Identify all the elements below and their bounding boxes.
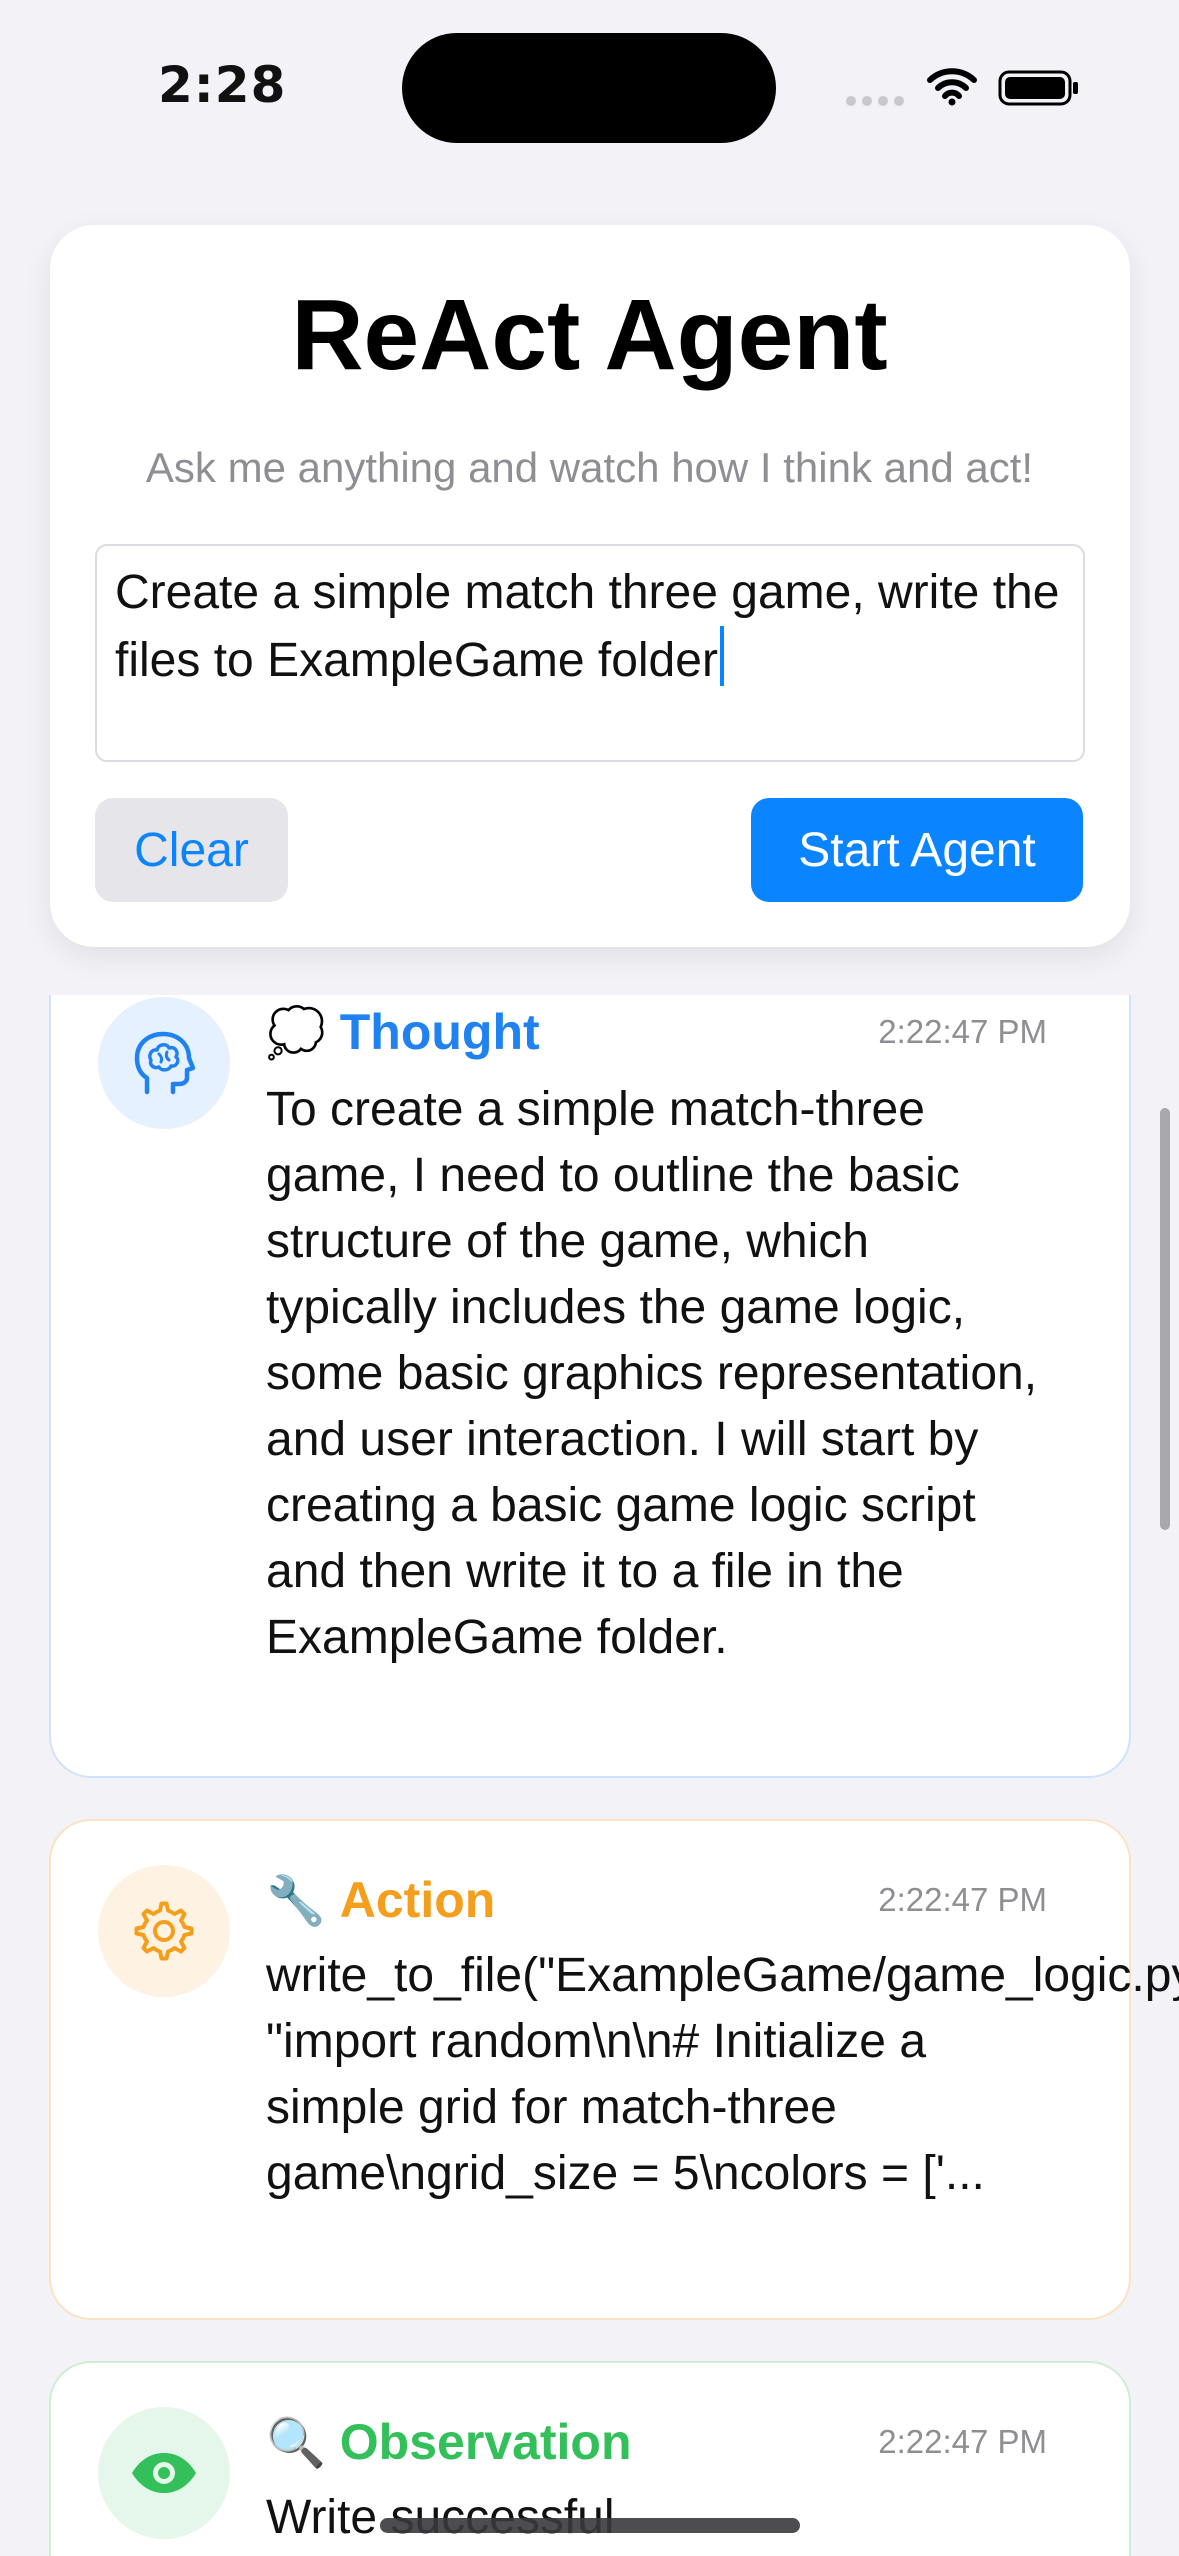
start-agent-button[interactable]: Start Agent <box>751 798 1083 902</box>
thought-text: To create a simple match-three game, I n… <box>266 1083 1038 1664</box>
magnifier-icon: 🔍 <box>266 2414 326 2471</box>
steps-list[interactable]: 💭 Thought 2:22:47 PM To create a simple … <box>0 995 1179 2556</box>
action-card: 🔧 Action 2:22:47 PM write_to_file("Examp… <box>49 1819 1179 2320</box>
prompt-input[interactable]: Create a simple match three game, write … <box>95 544 1085 762</box>
wrench-icon: 🔧 <box>266 1872 326 1929</box>
observation-header: 🔍 Observation 2:22:47 PM <box>266 2407 1047 2477</box>
action-timestamp: 2:22:47 PM <box>878 1881 1047 1918</box>
text-caret <box>719 626 724 686</box>
status-time: 2:28 <box>158 56 287 114</box>
thought-bubble-icon: 💭 <box>266 1004 326 1061</box>
thought-header: 💭 Thought 2:22:47 PM <box>266 997 1047 1067</box>
prompt-input-text: Create a simple match three game, write … <box>115 566 1073 687</box>
home-indicator[interactable] <box>380 2518 800 2533</box>
thought-card: 💭 Thought 2:22:47 PM To create a simple … <box>49 995 1131 1778</box>
cellular-signal-icon <box>846 96 904 106</box>
observation-label: Observation <box>339 2414 632 2470</box>
action-header: 🔧 Action 2:22:47 PM <box>266 1865 1047 1935</box>
status-bar: 2:28 <box>0 0 1179 160</box>
clear-button[interactable]: Clear <box>95 798 288 902</box>
wifi-icon <box>927 68 977 106</box>
dynamic-island <box>402 33 776 143</box>
eye-icon <box>98 2407 230 2539</box>
vertical-scrollbar[interactable] <box>1160 1108 1170 1530</box>
brain-head-icon <box>98 997 230 1129</box>
thought-timestamp: 2:22:47 PM <box>878 1013 1047 1050</box>
thought-label: Thought <box>339 1004 540 1060</box>
action-label: Action <box>339 1872 496 1928</box>
gear-icon <box>98 1865 230 1997</box>
page-subtitle: Ask me anything and watch how I think an… <box>145 444 1034 491</box>
page-title: ReAct Agent <box>291 279 888 391</box>
action-text: write_to_file("ExampleGame/game_logic.py… <box>266 1949 1179 2200</box>
observation-timestamp: 2:22:47 PM <box>878 2423 1047 2460</box>
battery-icon <box>998 70 1078 106</box>
